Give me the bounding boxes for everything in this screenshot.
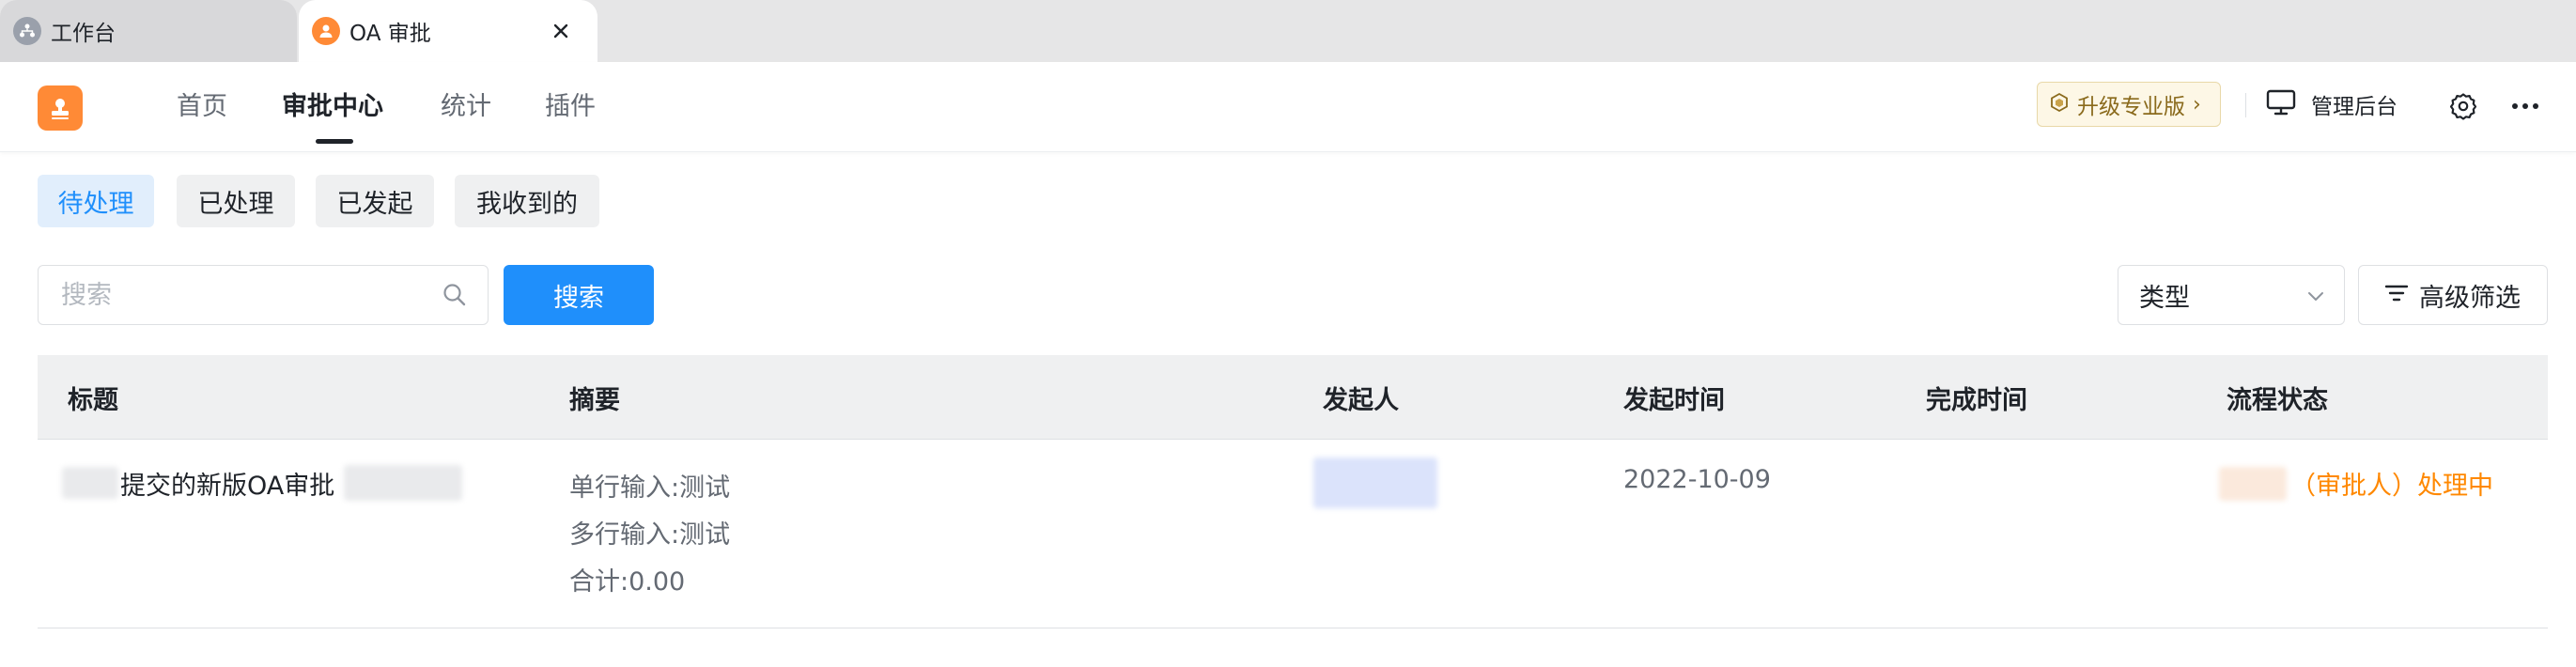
monitor-icon [2266, 88, 2296, 120]
advanced-filter-button[interactable]: 高级筛选 [2358, 265, 2548, 325]
org-chart-icon [13, 17, 41, 45]
close-icon[interactable] [547, 17, 575, 45]
admin-console-label: 管理后台 [2311, 95, 2398, 119]
filter-tab-received[interactable]: 我收到的 [455, 175, 599, 227]
user-icon [312, 17, 340, 45]
search-input[interactable] [61, 266, 437, 324]
divider [2245, 93, 2246, 117]
column-header-finish-time: 完成时间 [1926, 386, 2027, 415]
cell-title[interactable]: 提交的新版OA审批 [120, 465, 334, 502]
cell-start-time: 2022-10-09 [1623, 465, 1771, 494]
browser-tab-strip: 工作台 OA 审批 [0, 0, 2576, 62]
search-icon[interactable] [441, 281, 469, 309]
top-nav-bar: 首页 审批中心 统计 插件 升级专业版 › 管理后台 [0, 62, 2576, 152]
more-icon[interactable] [2508, 90, 2542, 122]
redacted-avatar [1313, 458, 1437, 508]
browser-tab-label: 工作台 [51, 22, 116, 46]
type-select[interactable]: 类型 [2118, 265, 2345, 325]
admin-console-button[interactable]: 管理后台 [2266, 88, 2398, 120]
column-header-summary: 摘要 [569, 386, 620, 415]
column-header-status: 流程状态 [2227, 386, 2328, 415]
advanced-filter-label: 高级筛选 [2419, 283, 2521, 313]
chevron-down-icon [2304, 285, 2327, 307]
nav-item-statistics[interactable]: 统计 [441, 90, 491, 124]
filter-tab-initiated[interactable]: 已发起 [316, 175, 434, 227]
filter-tab-pending[interactable]: 待处理 [38, 175, 154, 227]
browser-tab-label: OA 审批 [349, 22, 431, 46]
search-button[interactable]: 搜索 [504, 265, 654, 325]
column-header-title: 标题 [68, 386, 118, 415]
column-header-start-time: 发起时间 [1623, 386, 1725, 415]
table-row[interactable]: 提交的新版OA审批 单行输入:测试 多行输入:测试 合计:0.00 2022-1… [38, 441, 2548, 628]
upgrade-button[interactable]: 升级专业版 › [2037, 82, 2221, 127]
table-header: 标题 摘要 发起人 发起时间 完成时间 流程状态 [38, 355, 2548, 440]
filter-tab-processed[interactable]: 已处理 [177, 175, 295, 227]
cell-summary-line: 合计:0.00 [569, 567, 686, 597]
cell-status: （审批人）处理中 [2290, 472, 2493, 501]
search-box [38, 265, 489, 325]
stamp-icon[interactable] [38, 85, 83, 131]
column-header-initiator: 发起人 [1323, 386, 1399, 415]
browser-tab-workbench[interactable]: 工作台 [0, 0, 297, 62]
cell-summary-line: 多行输入:测试 [569, 520, 731, 550]
filter-icon [2383, 282, 2410, 308]
upgrade-label: 升级专业版 [2077, 95, 2185, 119]
redacted-text [2219, 467, 2287, 501]
nav-item-home[interactable]: 首页 [177, 90, 227, 124]
nav-item-approval-center[interactable]: 审批中心 [282, 90, 383, 124]
nav-item-plugins[interactable]: 插件 [545, 90, 596, 124]
type-select-value: 类型 [2139, 283, 2190, 313]
browser-tab-oa[interactable]: OA 审批 [299, 0, 597, 62]
redacted-text [344, 465, 462, 501]
cell-summary-line: 单行输入:测试 [569, 473, 731, 503]
gear-icon[interactable] [2447, 90, 2479, 122]
diamond-icon [2049, 92, 2070, 116]
redacted-text [62, 467, 118, 499]
chevron-right-icon: › [2193, 92, 2201, 116]
active-tab-indicator [316, 139, 353, 144]
